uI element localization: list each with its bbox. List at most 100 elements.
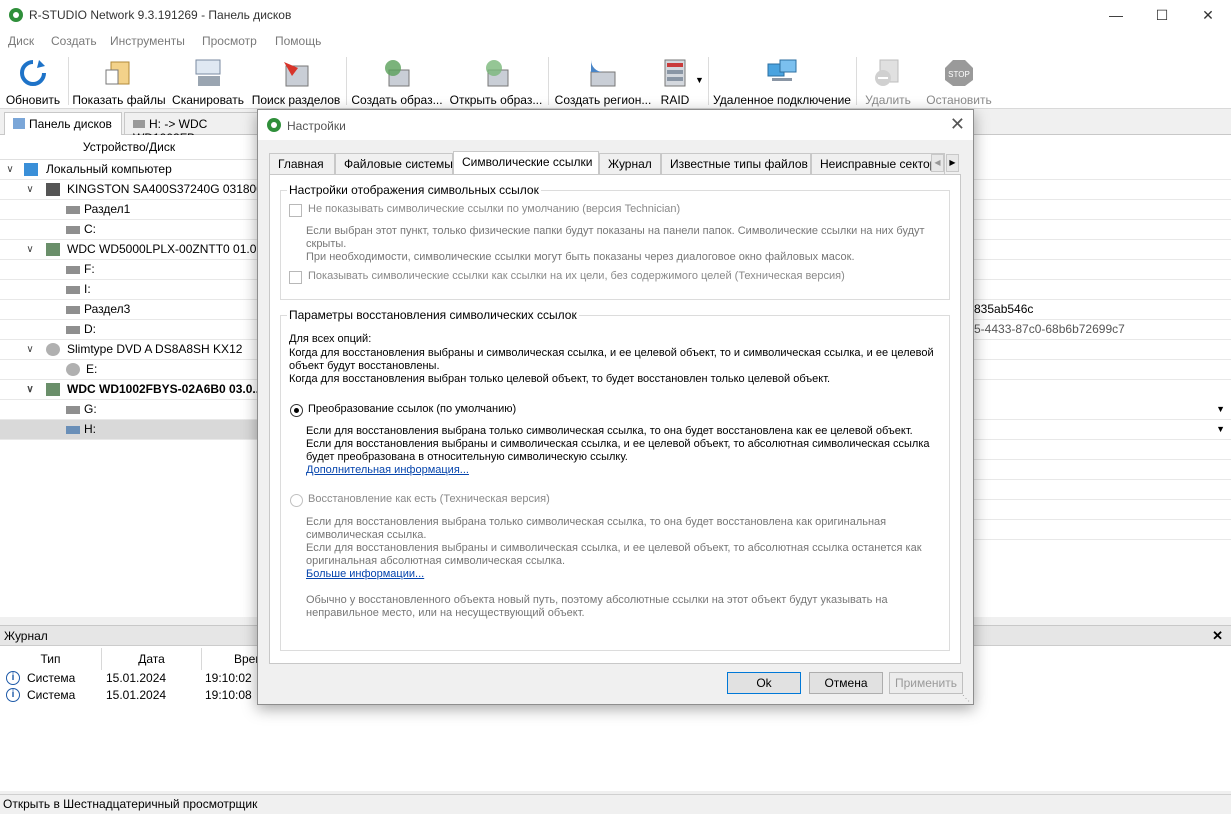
tree-row-local-computer[interactable]: ∨ Локальный компьютер: [0, 160, 258, 180]
tree-row-dvd-drive[interactable]: ∨ Slimtype DVD A DS8A8SH KX12: [0, 340, 258, 360]
computer-icon: [24, 163, 38, 176]
dropdown-arrow-icon[interactable]: ▼: [1216, 400, 1225, 419]
collapse-icon[interactable]: ∨: [4, 160, 16, 179]
restore-as-is-radio[interactable]: [290, 494, 303, 507]
show-as-target-label[interactable]: Показывать символические ссылки как ссыл…: [308, 270, 845, 282]
minimize-button[interactable]: —: [1093, 0, 1139, 31]
tab-drive-panel[interactable]: Панель дисков: [4, 112, 122, 135]
remote-connection-button[interactable]: Удаленное подключение: [713, 55, 851, 107]
intro-text: объект будут восстановлены.: [289, 360, 440, 372]
resize-grip-icon[interactable]: ⋱: [962, 694, 970, 703]
property-value: 835ab546c: [974, 302, 1034, 316]
collapse-icon[interactable]: ∨: [24, 240, 36, 259]
partition-icon: [66, 266, 80, 274]
device-tree-panel: Устройство/Диск ∨ Локальный компьютер ∨ …: [0, 135, 258, 617]
raid-dropdown-arrow-icon[interactable]: ▼: [695, 75, 704, 85]
more-info-link[interactable]: Дополнительная информация...: [306, 464, 469, 477]
menu-tools[interactable]: Инструменты: [110, 34, 185, 48]
tree-row-partition[interactable]: G:: [0, 400, 258, 420]
more-info-link-2[interactable]: Больше информации...: [306, 568, 424, 581]
tree-row-disk[interactable]: ∨ KINGSTON SA400S37240G 03180000: [0, 180, 258, 200]
tree-row-disk[interactable]: ∨ WDC WD5000LPLX-00ZNTT0 01.01A: [0, 240, 258, 260]
collapse-icon[interactable]: ∨: [24, 180, 36, 199]
tree-row-disk[interactable]: ∨ WDC WD1002FBYS-02A6B0 03.0...: [0, 380, 258, 400]
tab-symbolic-links[interactable]: Символические ссылки: [453, 151, 599, 175]
app-logo-icon: [9, 8, 23, 22]
find-partitions-button[interactable]: Поиск разделов: [250, 55, 342, 107]
stop-icon: STOP: [945, 60, 973, 86]
tree-row-partition[interactable]: E:: [0, 360, 258, 380]
journal-col-type[interactable]: Тип: [0, 648, 102, 670]
group-title: Настройки отображения символьных ссылок: [287, 183, 541, 197]
restore-as-is-desc: оригинальная абсолютная символическая сс…: [306, 555, 565, 567]
tree-row-partition[interactable]: I:: [0, 280, 258, 300]
collapse-icon[interactable]: ∨: [24, 380, 36, 399]
tab-bad-sectors[interactable]: Неисправные сектора: [811, 153, 945, 174]
tree-row-partition[interactable]: C:: [0, 220, 258, 240]
tree-row-partition[interactable]: Раздел3: [0, 300, 258, 320]
note-text: Обычно у восстановленного объекта новый …: [306, 594, 888, 606]
tree-row-partition[interactable]: D:: [0, 320, 258, 340]
menu-view[interactable]: Просмотр: [202, 34, 257, 48]
dialog-title-bar: Настройки ✕: [258, 110, 973, 140]
delete-button[interactable]: Удалить: [860, 55, 916, 107]
hide-symlinks-checkbox[interactable]: [289, 204, 302, 217]
raid-button[interactable]: RAID: [657, 55, 693, 107]
restore-as-is-desc: Если для восстановления выбраны и символ…: [306, 542, 922, 554]
journal-col-time[interactable]: Врем: [202, 648, 264, 670]
menu-help[interactable]: Помощь: [275, 34, 321, 48]
tree-column-header[interactable]: Устройство/Диск: [0, 135, 258, 160]
hide-symlinks-desc: скрыты.: [306, 238, 347, 250]
tab-file-systems[interactable]: Файловые системы: [335, 153, 453, 174]
tab-journal[interactable]: Журнал: [599, 153, 661, 174]
create-image-icon: [385, 60, 410, 87]
tab-general[interactable]: Главная: [269, 153, 335, 174]
restore-as-is-label[interactable]: Восстановление как есть (Техническая вер…: [308, 493, 550, 505]
refresh-button[interactable]: Обновить: [4, 55, 62, 107]
close-window-button[interactable]: ✕: [1185, 0, 1231, 31]
tree-row-partition-selected[interactable]: H:: [0, 420, 258, 440]
info-icon: i: [6, 688, 20, 702]
tree-row-partition[interactable]: F:: [0, 260, 258, 280]
settings-dialog: Настройки ✕ Главная Файловые системы Сим…: [257, 109, 974, 705]
menu-create[interactable]: Создать: [51, 34, 97, 48]
scan-button[interactable]: Сканировать: [170, 55, 246, 107]
create-region-button[interactable]: Создать регион...: [553, 55, 653, 107]
journal-col-date[interactable]: Дата: [102, 648, 202, 670]
stop-button[interactable]: STOP Остановить: [924, 55, 994, 107]
intro-text: Когда для восстановления выбран только ц…: [289, 373, 831, 385]
toolbar-separator: [346, 57, 347, 105]
info-icon: i: [6, 671, 20, 685]
dropdown-arrow-icon[interactable]: ▼: [1216, 420, 1225, 439]
show-files-button[interactable]: Показать файлы: [72, 55, 166, 107]
hide-symlinks-label[interactable]: Не показывать символические ссылки по ум…: [308, 203, 680, 215]
scan-icon: [195, 59, 221, 86]
tab-scroll-right-icon[interactable]: ▶: [946, 154, 959, 172]
create-image-button[interactable]: Создать образ...: [350, 55, 444, 107]
apply-button[interactable]: Применить: [889, 672, 963, 694]
tab-scroll-left-icon[interactable]: ◀: [931, 154, 944, 172]
tree-row-partition[interactable]: Раздел1: [0, 200, 258, 220]
close-journal-icon[interactable]: ✕: [1212, 626, 1223, 646]
find-partitions-icon: [284, 62, 309, 87]
tab-known-file-types[interactable]: Известные типы файлов: [661, 153, 811, 174]
hide-symlinks-desc: При необходимости, символические ссылки …: [306, 251, 855, 263]
partition-icon: [66, 306, 80, 314]
menu-disk[interactable]: Диск: [8, 34, 34, 48]
drive-h-tab-icon: [133, 120, 145, 128]
app-logo-icon: [267, 118, 281, 132]
tab-drive-h[interactable]: H: -> WDC WD1002FB: [124, 112, 264, 145]
cancel-button[interactable]: Отмена: [809, 672, 883, 694]
convert-links-radio[interactable]: [290, 404, 303, 417]
collapse-icon[interactable]: ∨: [24, 340, 36, 359]
ssd-icon: [46, 183, 60, 196]
ok-button[interactable]: Ok: [727, 672, 801, 694]
toolbar-separator: [68, 57, 69, 105]
close-dialog-icon[interactable]: ✕: [950, 114, 965, 135]
toolbar-separator: [856, 57, 857, 105]
convert-links-label[interactable]: Преобразование ссылок (по умолчанию): [308, 403, 516, 415]
show-as-target-checkbox[interactable]: [289, 271, 302, 284]
property-value: 5-4433-87c0-68b6b72699c7: [974, 322, 1125, 336]
maximize-button[interactable]: ☐: [1139, 0, 1185, 31]
open-image-button[interactable]: Открыть образ...: [448, 55, 544, 107]
